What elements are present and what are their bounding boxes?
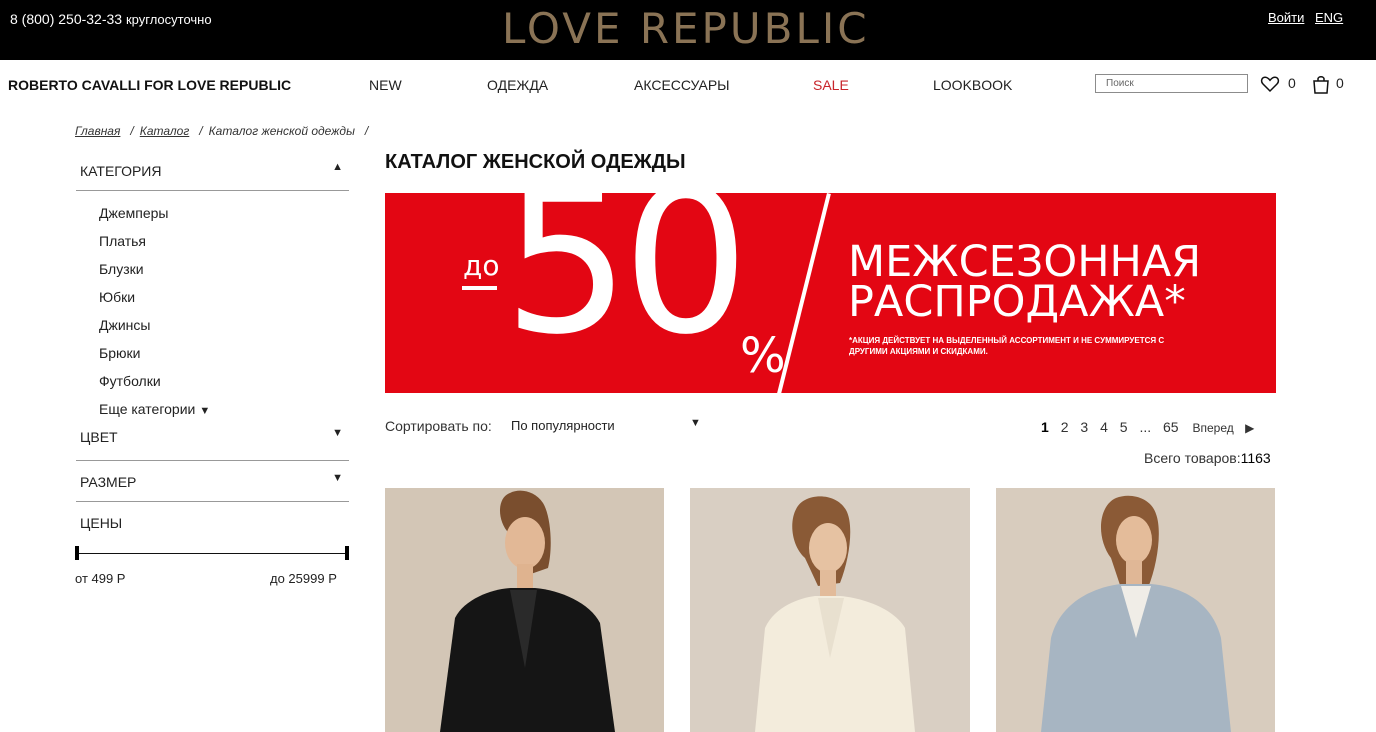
triangle-down-icon: ▼ (199, 405, 211, 417)
total-products: Всего товаров:1163 (1144, 450, 1271, 466)
category-jumpers[interactable]: Джемперы (99, 199, 349, 227)
nav-accessories[interactable]: АКСЕССУАРЫ (634, 77, 730, 93)
sort-select[interactable]: По популярности (511, 418, 615, 433)
banner-percent: % (740, 328, 786, 384)
more-categories-label: Еще категории (99, 401, 196, 417)
support-phone[interactable]: 8 (800) 250-32-33 круглосуточно (10, 11, 212, 27)
triangle-down-icon: ▼ (332, 472, 343, 484)
banner-disclaimer: *АКЦИЯ ДЕЙСТВУЕТ НА ВЫДЕЛЕННЫЙ АССОРТИМЕ… (849, 336, 1165, 356)
sort-label: Сортировать по: (385, 418, 492, 434)
main-navigation: ROBERTO CAVALLI FOR LOVE REPUBLIC NEW ОД… (0, 60, 1376, 112)
nav-sale[interactable]: SALE (813, 77, 849, 93)
price-max-value: до 25999 Р (270, 571, 337, 586)
search-input[interactable]: Поиск (1095, 74, 1248, 93)
color-filter-label: ЦВЕТ (80, 429, 118, 445)
category-filter-label: КАТЕГОРИЯ (80, 163, 162, 179)
triangle-up-icon: ▲ (332, 161, 343, 173)
page-4[interactable]: 4 (1100, 419, 1108, 435)
breadcrumb-current: Каталог женской одежды (208, 124, 355, 138)
price-filter-label: ЦЕНЫ (80, 515, 123, 531)
page-2[interactable]: 2 (1061, 419, 1069, 435)
sale-banner[interactable]: до 50 % МЕЖСЕЗОННАЯ РАСПРОДАЖА* *АКЦИЯ Д… (385, 193, 1276, 393)
triangle-down-icon: ▼ (332, 427, 343, 439)
caret-down-icon[interactable]: ▼ (690, 417, 701, 429)
shopping-bag-icon[interactable] (1312, 74, 1330, 94)
category-trousers[interactable]: Брюки (99, 339, 349, 367)
next-page-label: Вперед (1192, 421, 1234, 435)
language-switch[interactable]: ENG (1315, 10, 1343, 25)
nav-clothing[interactable]: ОДЕЖДА (487, 77, 548, 93)
category-skirts[interactable]: Юбки (99, 283, 349, 311)
total-label: Всего товаров: (1144, 450, 1241, 466)
collab-link[interactable]: ROBERTO CAVALLI FOR LOVE REPUBLIC (8, 77, 291, 93)
next-page-link[interactable]: Вперед ▶ (1192, 421, 1262, 435)
price-slider-track (75, 553, 349, 554)
banner-slash (776, 193, 831, 393)
total-value: 1163 (1240, 450, 1271, 466)
product-image-denim-jacket[interactable] (996, 488, 1275, 732)
phone-number[interactable]: 8 (800) 250-32-33 (10, 11, 122, 27)
category-blouses[interactable]: Блузки (99, 255, 349, 283)
more-categories[interactable]: Еще категории ▼ (99, 395, 349, 423)
price-min-value: от 499 Р (75, 571, 126, 586)
breadcrumb-catalog[interactable]: Каталог (140, 124, 190, 138)
category-list: Джемперы Платья Блузки Юбки Джинсы Брюки… (76, 191, 349, 423)
wishlist-count: 0 (1288, 75, 1296, 91)
product-image-black-blazer[interactable] (385, 488, 664, 732)
page-1[interactable]: 1 (1041, 419, 1049, 435)
color-filter-header[interactable]: ЦВЕТ ▼ (76, 423, 349, 461)
pagination: 1 2 3 4 5 ... 65 Вперед ▶ (1041, 419, 1270, 435)
breadcrumb: Главная / Каталог / Каталог женской одежды / (75, 124, 369, 138)
product-card[interactable] (690, 488, 970, 732)
price-range-slider[interactable] (75, 546, 349, 560)
nav-lookbook[interactable]: LOOKBOOK (933, 77, 1012, 93)
category-jeans[interactable]: Джинсы (99, 311, 349, 339)
product-card[interactable] (996, 488, 1275, 732)
category-dresses[interactable]: Платья (99, 227, 349, 255)
page-65[interactable]: 65 (1163, 419, 1179, 435)
top-bar: 8 (800) 250-32-33 круглосуточно LOVE REP… (0, 0, 1376, 60)
category-filter-header[interactable]: КАТЕГОРИЯ ▲ (76, 150, 349, 191)
banner-prefix: до (463, 249, 500, 282)
cart-count: 0 (1336, 75, 1344, 91)
size-filter-label: РАЗМЕР (80, 474, 137, 490)
category-tshirts[interactable]: Футболки (99, 367, 349, 395)
triangle-right-icon: ▶ (1245, 421, 1255, 435)
login-link[interactable]: Войти (1268, 10, 1304, 25)
filters-sidebar: КАТЕГОРИЯ ▲ Джемперы Платья Блузки Юбки … (76, 150, 349, 542)
page-ellipsis: ... (1139, 419, 1152, 435)
banner-discount: 50 (503, 193, 749, 379)
site-logo[interactable]: LOVE REPUBLIC (502, 4, 870, 53)
heart-icon[interactable] (1260, 74, 1280, 94)
product-image-cream-blazer[interactable] (690, 488, 970, 732)
size-filter-header[interactable]: РАЗМЕР ▼ (76, 461, 349, 502)
product-card[interactable] (385, 488, 664, 732)
phone-hours: круглосуточно (125, 12, 212, 27)
page-5[interactable]: 5 (1120, 419, 1128, 435)
banner-dash (462, 286, 497, 290)
page-3[interactable]: 3 (1080, 419, 1088, 435)
price-filter-header: ЦЕНЫ (76, 502, 349, 542)
banner-headline-2: РАСПРОДАЖА* (848, 277, 1186, 327)
breadcrumb-home[interactable]: Главная (75, 124, 120, 138)
nav-new[interactable]: NEW (369, 77, 402, 93)
page-title: КАТАЛОГ ЖЕНСКОЙ ОДЕЖДЫ (385, 151, 686, 173)
price-min-handle[interactable] (75, 546, 79, 560)
price-max-handle[interactable] (345, 546, 349, 560)
